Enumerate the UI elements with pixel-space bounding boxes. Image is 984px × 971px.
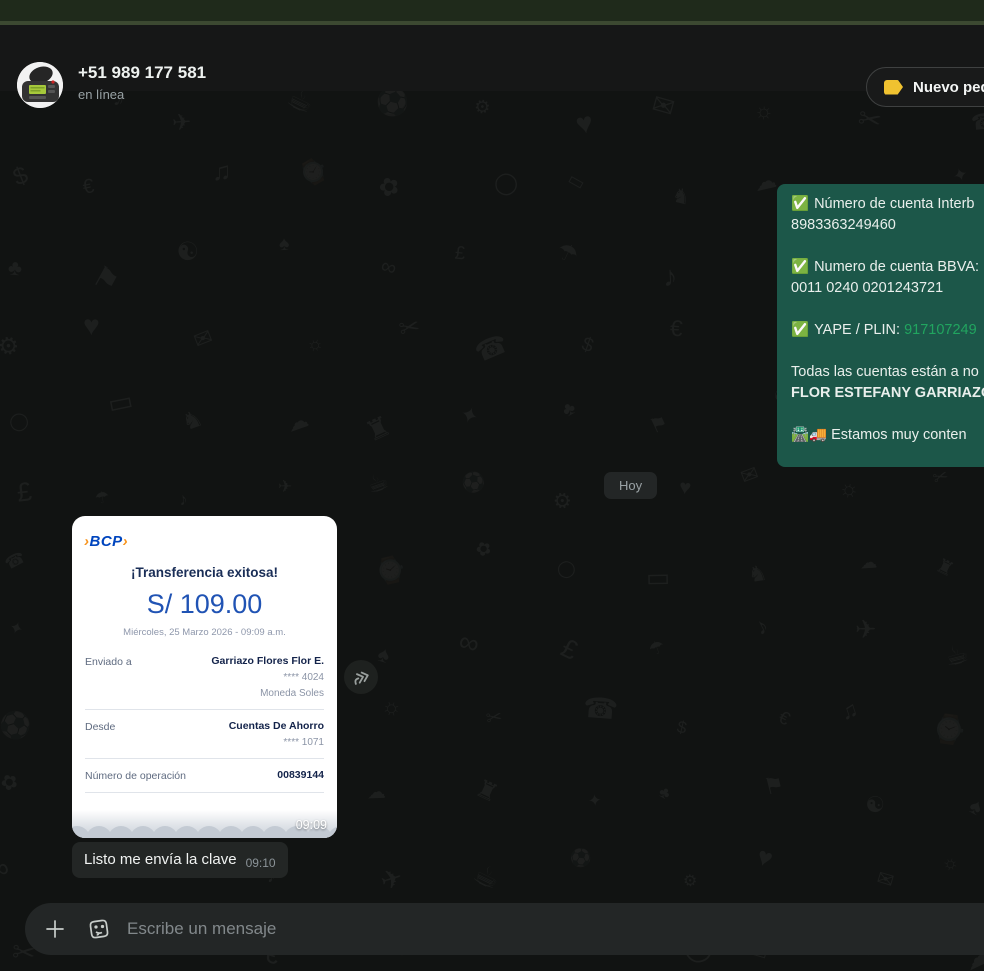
closing-line: 🛣️🚚 Estamos muy conten [791, 425, 984, 446]
outgoing-account-message[interactable]: ✅Número de cuenta Interb 8983363249460 ✅… [777, 184, 984, 467]
emoji-button[interactable] [77, 907, 121, 951]
receipt-detail-rows: Enviado a Garriazo Flores Flor E. **** 4… [72, 655, 337, 793]
source-account-type: Cuentas De Ahorro [229, 720, 324, 732]
account-number-bbva: 0011 0240 0201243721 [791, 278, 984, 299]
check-emoji: ✅ [791, 196, 809, 212]
owner-name: FLOR ESTEFANY GARRIAZO [791, 385, 984, 401]
divider [85, 709, 324, 710]
phone-number-link[interactable]: 917107249 [904, 322, 977, 338]
check-emoji: ✅ [791, 322, 809, 338]
window-titlebar [0, 0, 984, 21]
tag-icon [884, 80, 903, 95]
radio-device-avatar-image [17, 62, 63, 108]
incoming-text-message[interactable]: Listo me envía la clave 09:10 [72, 842, 288, 878]
forward-message-button[interactable] [344, 660, 378, 694]
plus-icon [43, 917, 67, 941]
message-timestamp: 09:10 [246, 856, 276, 870]
account-line-yape: ✅YAPE / PLIN: 917107249 [791, 320, 984, 341]
forward-arrow-icon [349, 665, 373, 689]
road-truck-emojis: 🛣️🚚 [791, 427, 827, 443]
chat-area: ☂♪✈☕⚽⚙♥✉☼✂☎$€♫⌚✿◯▭♞☁♜✦♣⚑☯♠∞£☂♪✈☕⚽⚙♥✉☼✂☎$… [0, 91, 984, 971]
receipt-row-from: Desde Cuentas De Ahorro **** 1071 [85, 720, 324, 748]
bcp-logo: ›BCP› [84, 533, 337, 550]
recipient-name: Garriazo Flores Flor E. [211, 655, 324, 667]
new-order-button-label: Nuevo pedi [913, 79, 984, 96]
source-account: **** 1071 [229, 737, 324, 748]
chat-header: +51 989 177 581 en línea Nuevo pedi [0, 25, 984, 91]
divider [85, 758, 324, 759]
new-order-button[interactable]: Nuevo pedi [866, 67, 984, 107]
message-timestamp: 09:09 [296, 818, 327, 832]
check-emoji: ✅ [791, 259, 809, 275]
sticker-emoji-icon [86, 916, 112, 942]
owner-name-line: Todas las cuentas están a no FLOR ESTEFA… [791, 362, 984, 404]
receipt-title: ¡Transferencia exitosa! [72, 565, 337, 580]
account-line-bbva: ✅Numero de cuenta BBVA: [791, 257, 984, 278]
account-line-interbank: ✅Número de cuenta Interb [791, 194, 984, 215]
account-number-interbank: 8983363249460 [791, 215, 984, 236]
receipt-amount: S/ 109.00 [72, 589, 337, 620]
currency: Moneda Soles [211, 688, 324, 699]
divider [85, 792, 324, 793]
contact-avatar[interactable] [17, 62, 63, 108]
message-composer [25, 903, 984, 955]
receipt-datetime: Miércoles, 25 Marzo 2026 - 09:09 a.m. [72, 627, 337, 638]
contact-status: en línea [78, 87, 124, 102]
whatsapp-window: +51 989 177 581 en línea Nuevo pedi ☂♪✈☕… [0, 0, 984, 971]
contact-name[interactable]: +51 989 177 581 [78, 63, 206, 83]
message-text: Listo me envía la clave [84, 851, 237, 868]
attach-button[interactable] [33, 907, 77, 951]
message-input[interactable] [127, 919, 984, 939]
receipt-row-sent-to: Enviado a Garriazo Flores Flor E. **** 4… [85, 655, 324, 699]
receipt-row-operation: Número de operación 00839144 [85, 769, 324, 782]
receipt-image-message[interactable]: ›BCP› ¡Transferencia exitosa! S/ 109.00 … [72, 516, 337, 838]
recipient-account: **** 4024 [211, 672, 324, 683]
date-divider: Hoy [604, 472, 657, 499]
operation-number: 00839144 [277, 769, 324, 781]
